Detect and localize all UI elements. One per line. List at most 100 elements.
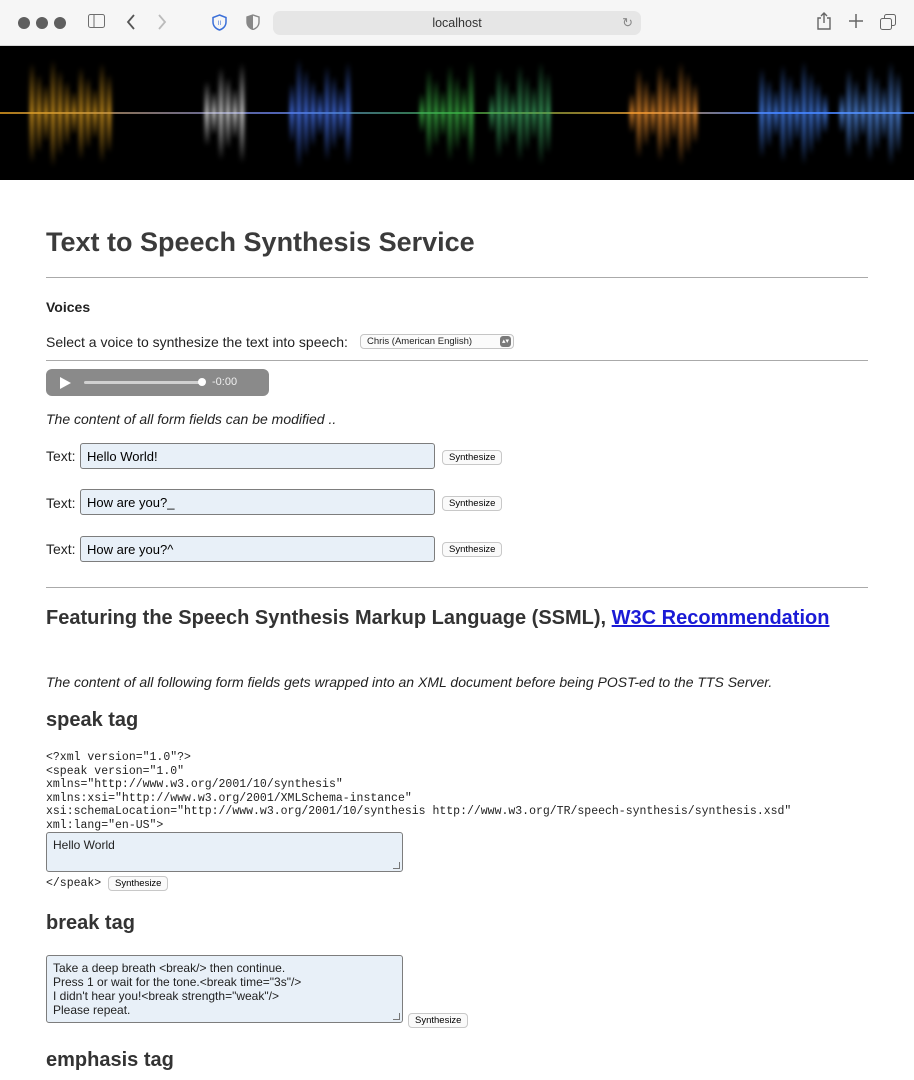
banner-spike [816,82,820,144]
new-tab-icon[interactable] [849,14,863,31]
banner-spike [760,68,764,158]
banner-spike [630,93,634,133]
audio-player[interactable]: -0:00 [46,369,269,396]
synthesize-button[interactable]: Synthesize [442,496,503,511]
url-text: localhost [432,16,482,30]
banner-spike [861,89,865,137]
banner-spike [448,65,452,161]
divider [46,360,868,361]
synthesize-button[interactable]: Synthesize [408,1013,469,1028]
select-arrows-icon: ▴▾ [500,336,511,347]
browser-toolbar: II localhost ↻ [0,0,914,46]
banner-spike [651,89,655,137]
voice-select-value: Chris (American English) [367,336,473,347]
w3c-recommendation-link[interactable]: W3C Recommendation [612,607,830,629]
synthesize-button[interactable]: Synthesize [108,876,169,891]
synthesize-button[interactable]: Synthesize [442,450,503,465]
ssml-heading-text: Featuring the Speech Synthesis Markup La… [46,607,607,629]
svg-text:II: II [218,21,222,27]
share-icon[interactable] [817,12,831,33]
text-input-3[interactable] [80,536,435,562]
banner-spike [420,93,424,133]
shield-icon[interactable] [246,14,260,33]
voice-select[interactable]: Chris (American English) ▴▾ [360,334,514,349]
reload-icon[interactable]: ↻ [622,15,633,31]
banner-spike [469,61,473,165]
privacy-shield-icon[interactable]: II [212,14,227,34]
banner-spike [672,86,676,140]
play-icon[interactable] [60,377,71,389]
divider [46,587,868,588]
banner-spike [823,92,827,134]
banner-spike [37,73,41,153]
banner-spike [240,63,244,163]
zoom-window-button[interactable] [54,17,66,29]
banner-spike [311,79,315,147]
forward-icon[interactable] [157,14,167,33]
ssml-heading: Featuring the Speech Synthesis Markup La… [46,606,846,631]
banner-spike [304,69,308,157]
emphasis-tag-heading: emphasis tag [46,1049,174,1071]
banner-spike [840,93,844,133]
banner-spike [693,82,697,144]
page-title: Text to Speech Synthesis Service [46,227,475,257]
banner-spike [79,66,83,160]
close-window-button[interactable] [18,17,30,29]
audio-progress-track[interactable] [84,381,202,384]
text-input-2[interactable] [80,489,435,515]
banner-spike [44,84,48,142]
banner-spike [532,86,536,140]
banner-spike [546,72,550,154]
address-bar[interactable]: localhost ↻ [273,11,641,35]
speak-textarea[interactable]: Hello World [46,832,403,872]
text-label: Text: [46,541,76,557]
banner-spike [781,64,785,162]
break-tag-heading: break tag [46,912,135,934]
banner-spike [58,70,62,156]
back-icon[interactable] [126,14,136,33]
speak-textarea-text: Hello World [53,838,115,852]
banner-spike [525,75,529,151]
break-textarea[interactable]: Take a deep breath <break/> then continu… [46,955,403,1023]
banner-spike [318,90,322,136]
text-input-1[interactable] [80,443,435,469]
banner-spike [339,86,343,140]
banner-spike [854,79,858,147]
banner-spike [795,85,799,141]
banner-spike [297,58,301,168]
text-label: Text: [46,495,76,511]
xml-header: <?xml version="1.0"?> <speak version="1.… [46,751,792,832]
banner-spike [686,72,690,154]
synthesize-button[interactable]: Synthesize [442,542,503,557]
banner-spike [65,80,69,146]
banner-spike [644,79,648,147]
tab-overview-icon[interactable] [880,14,896,33]
banner-spike [767,78,771,148]
resize-handle-icon[interactable] [393,1013,400,1020]
banner-spike [332,76,336,150]
banner-spike [107,73,111,153]
banner-spike [226,77,230,149]
banner-spike [504,79,508,147]
banner-spike [346,62,350,164]
banner-spike [809,71,813,155]
speak-close-tag: </speak> [46,877,102,890]
resize-handle-icon[interactable] [393,862,400,869]
banner-spike [490,93,494,133]
banner-spike [882,86,886,140]
banner-spike [434,79,438,147]
banner-spike [889,61,893,165]
banner-spike [462,86,466,140]
banner-spike [233,87,237,139]
banner-spike [290,83,294,143]
banner-spike [665,75,669,151]
audio-progress-thumb[interactable] [198,378,206,386]
banner-spike [325,65,329,161]
minimize-window-button[interactable] [36,17,48,29]
banner-spike [868,65,872,161]
banner-spike [441,89,445,137]
banner-spike [539,61,543,165]
audio-time: -0:00 [212,376,238,388]
sidebar-icon[interactable] [88,14,105,31]
banner-spike [896,72,900,154]
